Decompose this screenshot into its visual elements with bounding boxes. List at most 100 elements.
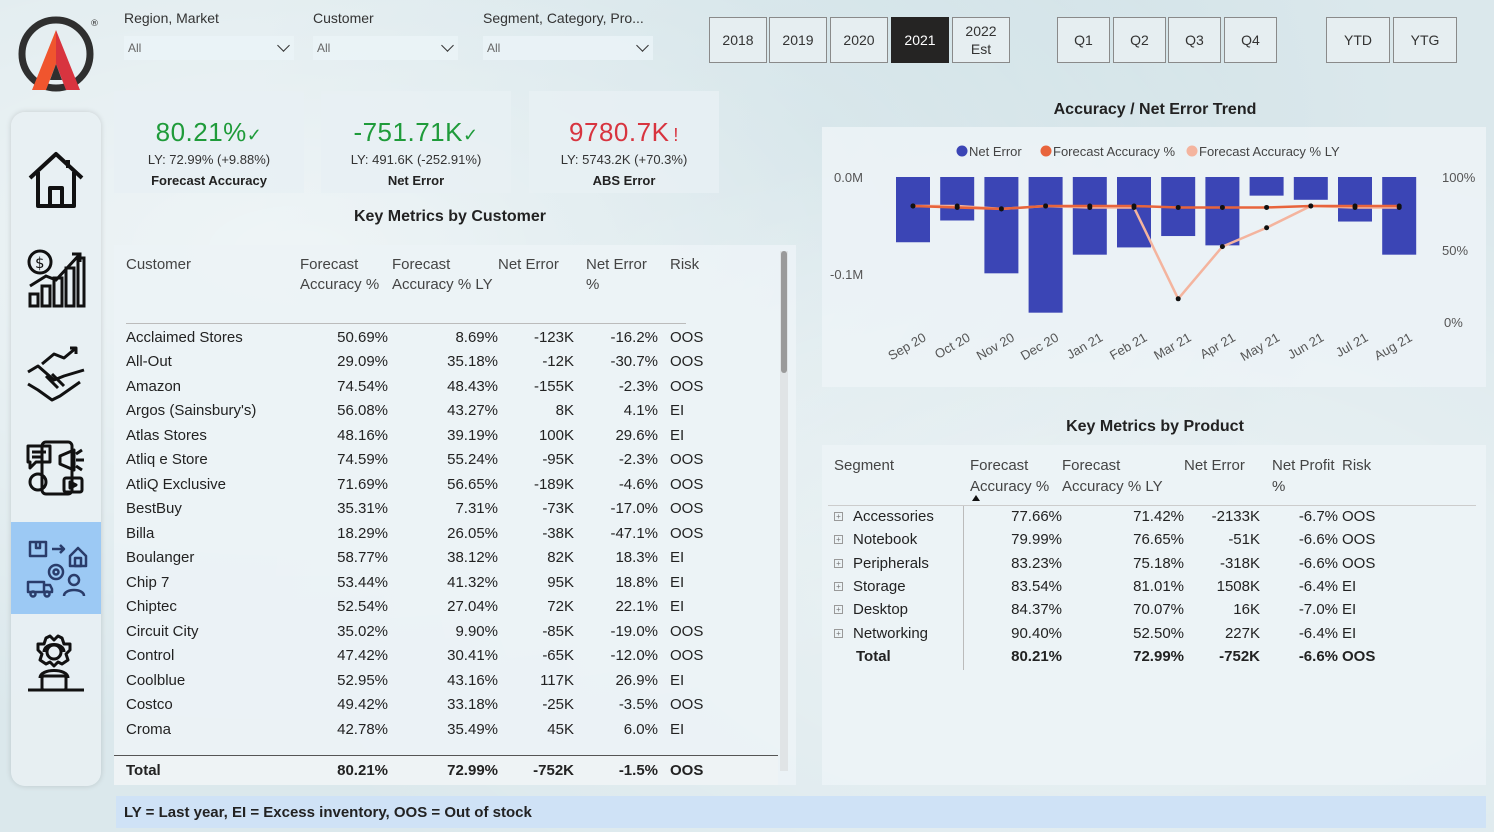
table-row[interactable]: Circuit City 35.02% 9.90% -85K -19.0% OOS bbox=[126, 619, 766, 644]
metric-cell: 83.23% bbox=[1011, 554, 1062, 572]
product-table: Segment Forecast Accuracy % Forecast Acc… bbox=[834, 455, 1454, 668]
quarter-button-q3[interactable]: Q3 bbox=[1168, 17, 1221, 63]
metric-cell: 117K bbox=[540, 671, 574, 689]
customer-total-row: Total 80.21% 72.99% -752K -1.5% OOS bbox=[114, 755, 778, 785]
kpi-last-year: LY: 5743.2K (+70.3%) bbox=[560, 152, 688, 167]
table-row[interactable]: Argos (Sainsbury's) 56.08% 43.27% 8K 4.1% EI bbox=[126, 399, 766, 424]
expand-icon[interactable]: + bbox=[834, 605, 843, 615]
table-row[interactable]: Atliq e Store 74.59% 55.24% -95K -2.3% OOS bbox=[126, 448, 766, 473]
column-header[interactable]: Risk bbox=[1338, 455, 1454, 505]
column-header[interactable]: Net Error bbox=[1184, 455, 1260, 505]
table-row[interactable]: Billa 18.29% 26.05% -38K -47.1% OOS bbox=[126, 521, 766, 546]
metric-cell: -30.7% bbox=[610, 353, 658, 371]
metric-cell: -16.2% bbox=[610, 328, 658, 346]
expand-icon[interactable]: + bbox=[834, 535, 843, 545]
finance-growth-icon: $ bbox=[27, 249, 86, 308]
nav-finance[interactable]: $ bbox=[11, 232, 101, 324]
column-header[interactable]: Net Error bbox=[498, 255, 574, 325]
quarter-button-q2[interactable]: Q2 bbox=[1113, 17, 1166, 63]
table-row[interactable]: + Notebook 79.99% 76.65% -51K -6.6% OOS bbox=[834, 528, 1454, 551]
filter-dropdown[interactable]: All bbox=[483, 36, 653, 60]
column-header[interactable]: Forecast Accuracy % bbox=[970, 455, 1062, 505]
quarter-button-q1[interactable]: Q1 bbox=[1057, 17, 1110, 63]
table-row[interactable]: + Peripherals 83.23% 75.18% -318K -6.6% OOS bbox=[834, 552, 1454, 575]
metric-cell: -95K bbox=[542, 451, 574, 469]
metric-cell: -65K bbox=[542, 647, 574, 665]
column-header[interactable]: Forecast Accuracy % bbox=[300, 255, 388, 325]
x-axis-tick-label: Oct 20 bbox=[932, 330, 973, 362]
nav-home[interactable] bbox=[11, 134, 101, 226]
forecast-accuracy-point bbox=[910, 203, 916, 209]
table-row[interactable]: Chip 7 53.44% 41.32% 95K 18.8% EI bbox=[126, 570, 766, 595]
year-button-2019[interactable]: 2019 bbox=[769, 17, 827, 63]
period-button-ytg[interactable]: YTG bbox=[1393, 17, 1457, 63]
table-row[interactable]: Coolblue 52.95% 43.16% 117K 26.9% EI bbox=[126, 668, 766, 693]
table-row[interactable]: Acclaimed Stores 50.69% 8.69% -123K -16.2% OO… bbox=[126, 325, 766, 350]
home-icon bbox=[28, 152, 84, 208]
year-button-2020[interactable]: 2020 bbox=[830, 17, 888, 63]
metric-cell: 42.78% bbox=[337, 720, 388, 738]
column-header[interactable]: Forecast Accuracy % LY bbox=[388, 255, 498, 325]
year-button-2022-est[interactable]: 2022 Est bbox=[952, 17, 1010, 63]
total-row[interactable]: Total 80.21% 72.99% -752K -6.6% OOS bbox=[834, 645, 1454, 668]
period-button-ytd[interactable]: YTD bbox=[1326, 17, 1390, 63]
table-row[interactable]: AtliQ Exclusive 71.69% 56.65% -189K -4.6% OOS bbox=[126, 472, 766, 497]
forecast-accuracy-point bbox=[954, 204, 960, 210]
table-row[interactable]: + Networking 90.40% 52.50% 227K -6.4% EI bbox=[834, 621, 1454, 644]
customer-name-cell: Acclaimed Stores bbox=[126, 328, 243, 346]
customer-name-cell: Croma bbox=[126, 720, 172, 738]
metric-cell: 227K bbox=[1224, 624, 1260, 642]
net-error-bar bbox=[1072, 177, 1107, 255]
expand-icon[interactable]: + bbox=[834, 582, 843, 592]
column-header[interactable]: Customer bbox=[126, 255, 300, 325]
y-axis-tick-label: -0.1M bbox=[830, 267, 863, 282]
metric-cell: OOS bbox=[670, 475, 704, 493]
expand-icon[interactable]: + bbox=[834, 512, 843, 522]
table-row[interactable]: Amazon 74.54% 48.43% -155K -2.3% OOS bbox=[126, 374, 766, 399]
customer-table-panel: Customer Forecast Accuracy % Forecast Ac… bbox=[114, 245, 796, 785]
column-header[interactable]: Net Error % bbox=[574, 255, 658, 325]
y-axis-tick-label: 0.0M bbox=[834, 170, 863, 185]
filter-segment-category-product[interactable]: Segment, Category, Pro... All bbox=[483, 10, 653, 60]
metric-cell: 9.90% bbox=[455, 622, 498, 640]
customer-name-cell: Argos (Sainsbury's) bbox=[126, 402, 257, 420]
net-error-bar bbox=[1249, 177, 1284, 196]
filter-dropdown[interactable]: All bbox=[313, 36, 458, 60]
sidebar-nav: $ bbox=[11, 112, 101, 786]
table-row[interactable]: + Storage 83.54% 81.01% 1508K -6.4% EI bbox=[834, 575, 1454, 598]
table-row[interactable]: Croma 42.78% 35.49% 45K 6.0% EI bbox=[126, 717, 766, 742]
table-row[interactable]: Boulanger 58.77% 38.12% 82K 18.3% EI bbox=[126, 546, 766, 571]
table-row[interactable]: Costco 49.42% 33.18% -25K -3.5% OOS bbox=[126, 693, 766, 718]
table-row[interactable]: Atlas Stores 48.16% 39.19% 100K 29.6% EI bbox=[126, 423, 766, 448]
table-row[interactable]: Chiptec 52.54% 27.04% 72K 22.1% EI bbox=[126, 595, 766, 620]
metric-cell: 56.65% bbox=[447, 475, 498, 493]
expand-icon[interactable]: + bbox=[834, 558, 843, 568]
quarter-button-q4[interactable]: Q4 bbox=[1224, 17, 1277, 63]
table-row[interactable]: BestBuy 35.31% 7.31% -73K -17.0% OOS bbox=[126, 497, 766, 522]
table-row[interactable]: + Accessories 77.66% 71.42% -2133K -6.7% OOS bbox=[834, 505, 1454, 528]
sort-ascending-icon[interactable] bbox=[972, 495, 980, 501]
nav-marketing[interactable] bbox=[11, 422, 101, 514]
column-header[interactable]: Segment bbox=[834, 455, 970, 505]
column-header[interactable]: Risk bbox=[658, 255, 766, 325]
metric-cell: 43.27% bbox=[447, 402, 498, 420]
expand-icon[interactable]: + bbox=[834, 628, 843, 638]
metric-cell: EI bbox=[670, 671, 685, 689]
filter-region-market[interactable]: Region, Market All bbox=[124, 10, 294, 60]
year-button-2018[interactable]: 2018 bbox=[709, 17, 767, 63]
nav-partners[interactable] bbox=[11, 328, 101, 420]
table-row[interactable]: All-Out 29.09% 35.18% -12K -30.7% OOS bbox=[126, 350, 766, 375]
nav-support[interactable] bbox=[11, 618, 101, 710]
column-header[interactable]: Forecast Accuracy % LY bbox=[1062, 455, 1184, 505]
year-button-2021[interactable]: 2021 bbox=[891, 17, 949, 63]
nav-supply-chain[interactable] bbox=[11, 522, 101, 614]
table-header-row: Segment Forecast Accuracy % Forecast Acc… bbox=[834, 455, 1454, 505]
customer-name-cell: Amazon bbox=[126, 377, 182, 395]
metric-cell: 1508K bbox=[1216, 578, 1260, 596]
filter-customer[interactable]: Customer All bbox=[313, 10, 458, 60]
table-row[interactable]: + Desktop 84.37% 70.07% 16K -7.0% EI bbox=[834, 598, 1454, 621]
table-row[interactable]: Control 47.42% 30.41% -65K -12.0% OOS bbox=[126, 644, 766, 669]
column-header[interactable]: Net Profit % bbox=[1260, 455, 1338, 505]
filter-dropdown[interactable]: All bbox=[124, 36, 294, 60]
scrollbar-thumb[interactable] bbox=[781, 251, 787, 373]
